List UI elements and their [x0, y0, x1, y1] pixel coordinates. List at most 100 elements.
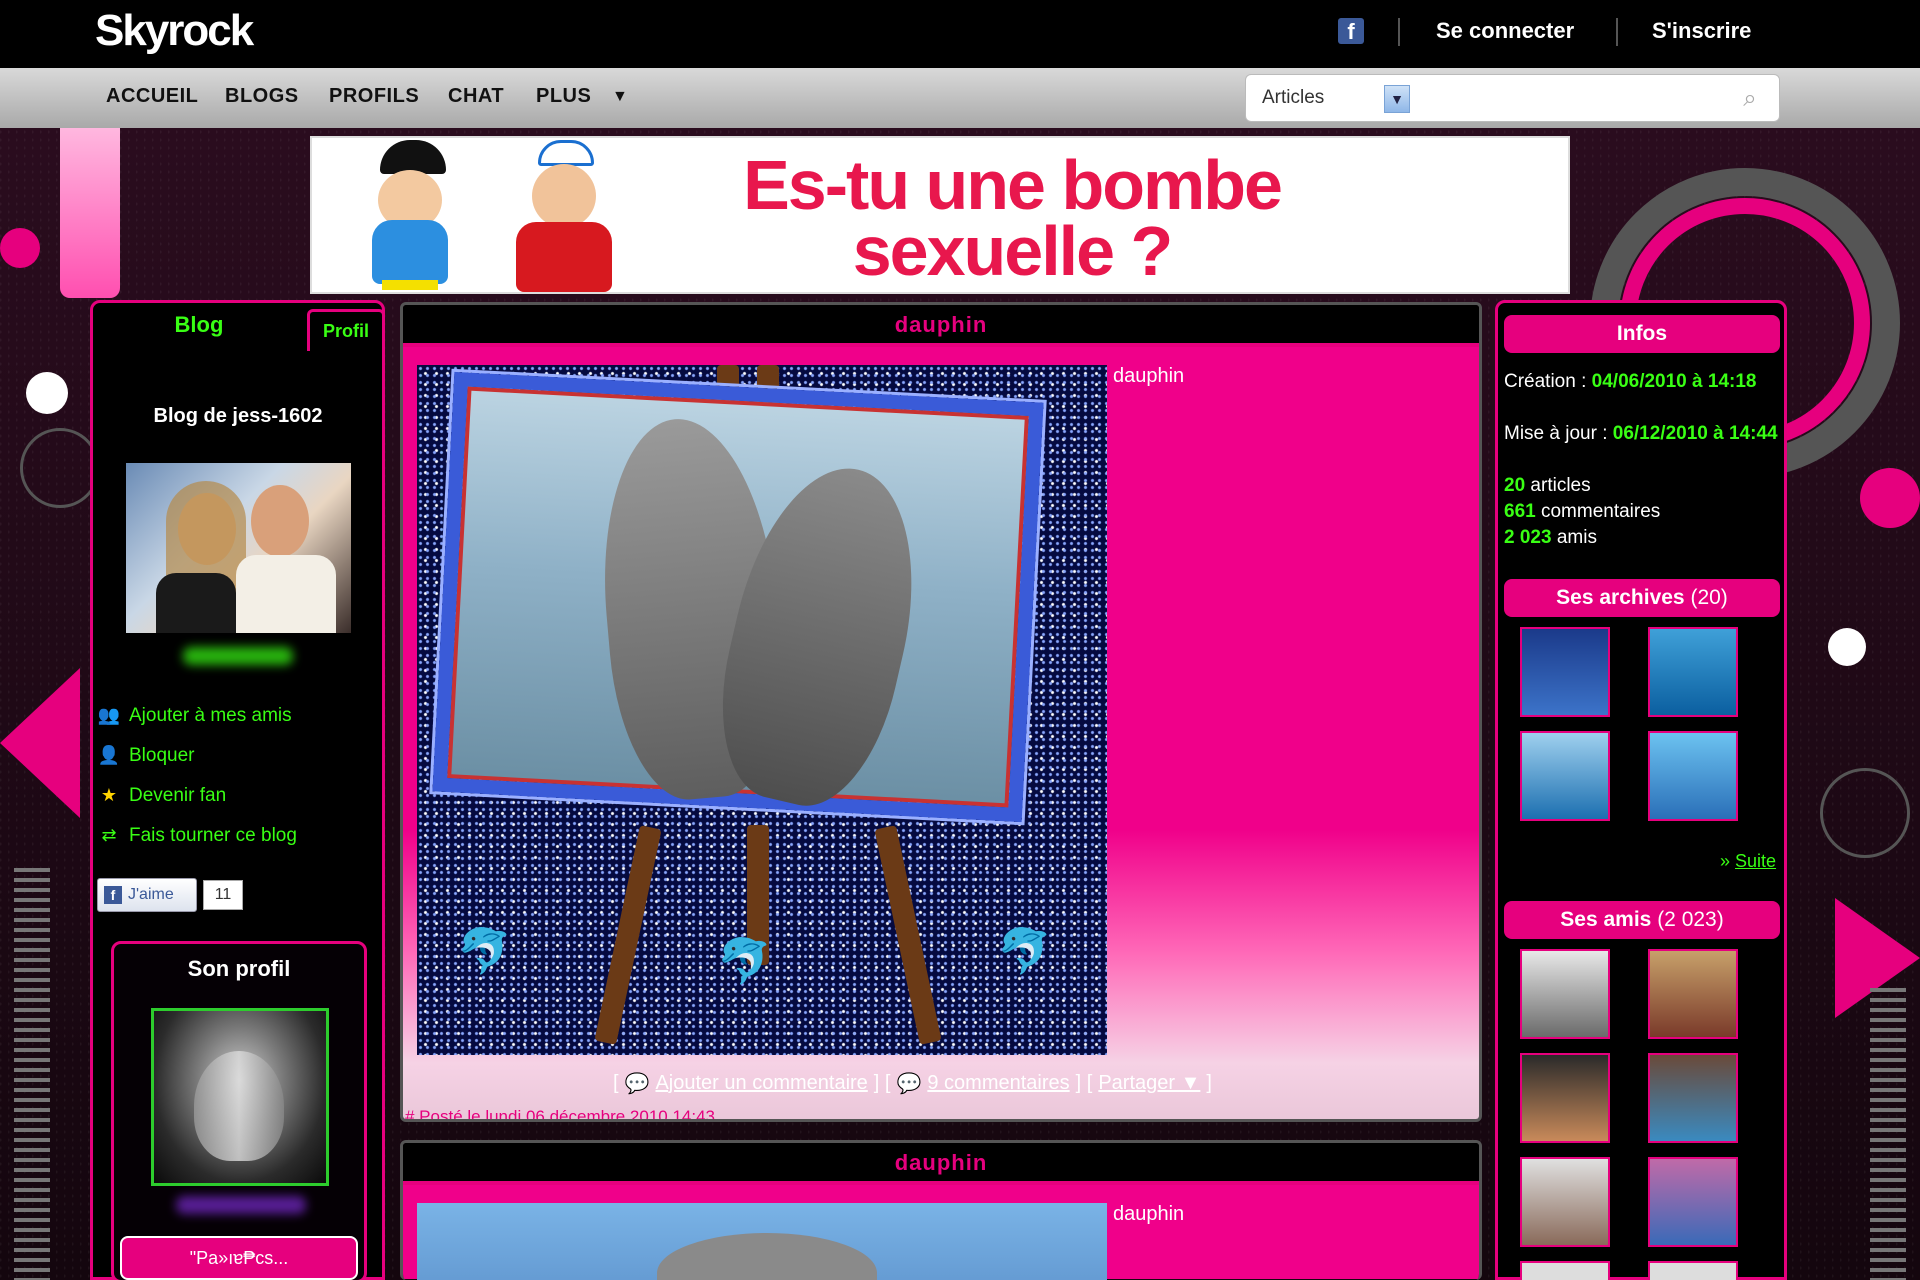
decorative-stripes	[14, 868, 50, 1280]
nav-item-chat[interactable]: CHAT	[448, 85, 504, 108]
signup-link[interactable]: S'inscrire	[1652, 18, 1751, 44]
comment-icon: 💬	[624, 1073, 650, 1095]
block-action[interactable]: 👤 Bloquer	[97, 745, 195, 767]
friend-avatar[interactable]	[1648, 1053, 1738, 1143]
friends-title-count: (2 023)	[1657, 908, 1724, 931]
article-title[interactable]: dauphin	[403, 1143, 1479, 1185]
blog-title: Blog de jess-1602	[153, 405, 323, 427]
nav-item-accueil[interactable]: ACCUEIL	[106, 85, 198, 108]
mood-button[interactable]: "Pa»ıɐ₱cs...	[120, 1236, 358, 1280]
become-fan-label: Devenir fan	[129, 785, 227, 806]
update-label: Mise à jour :	[1504, 423, 1613, 444]
facebook-icon: f	[104, 886, 122, 904]
tab-profil[interactable]: Profil	[307, 309, 385, 351]
share-blog-icon: ⇄	[101, 825, 117, 845]
nav-item-plus[interactable]: PLUS	[536, 85, 591, 108]
banner-headline: Es-tu une bombe sexuelle ?	[712, 150, 1312, 290]
archive-thumbnail[interactable]	[1648, 731, 1738, 821]
search-icon[interactable]: ⌕	[1736, 85, 1764, 113]
decorative-ring	[20, 428, 100, 508]
archives-count: (20)	[1690, 586, 1728, 609]
comments-count-value: 661	[1504, 501, 1536, 522]
blurred-username	[176, 1196, 306, 1214]
decorative-dot	[1860, 468, 1920, 528]
block-user-icon: 👤	[97, 745, 121, 765]
share-blog-action[interactable]: ⇄ Fais tourner ce blog	[97, 825, 297, 847]
comments-link[interactable]: 9 commentaires	[927, 1072, 1069, 1095]
add-friend-action[interactable]: 👥 Ajouter à mes amis	[97, 705, 292, 727]
update-value: 06/12/2010 à 14:44	[1612, 423, 1778, 444]
login-link[interactable]: Se connecter	[1436, 18, 1574, 44]
infos-header: Infos	[1504, 315, 1780, 353]
update-info: Mise à jour : 06/12/2010 à 14:44	[1504, 421, 1778, 447]
facebook-like-button[interactable]: f J'aime	[97, 878, 197, 912]
chevron-down-icon[interactable]: ▼	[612, 88, 628, 106]
posted-date: # Posté le lundi 06 décembre 2010 14:43	[405, 1107, 716, 1122]
tab-blog[interactable]: Blog	[93, 303, 305, 351]
left-sidebar: Blog Profil Blog de jess-1602 👥 Ajouter …	[90, 300, 385, 1280]
banner-line-2: sexuelle ?	[852, 212, 1174, 290]
articles-count: 20 articles	[1504, 473, 1591, 499]
share-blog-label: Fais tourner ce blog	[129, 825, 297, 846]
creation-label: Création :	[1504, 371, 1592, 392]
facebook-icon[interactable]: f	[1338, 18, 1364, 44]
bracket: [	[613, 1072, 619, 1094]
friend-avatar[interactable]	[1520, 1157, 1610, 1247]
skyrock-logo[interactable]: Skyrock	[95, 6, 254, 56]
main-content: dauphin 🐬 🐬 🐬 dauphin [ 💬 Ajouter un com…	[400, 302, 1482, 1280]
article-body: dauphin	[403, 1185, 1479, 1280]
article-image[interactable]	[417, 1203, 1107, 1280]
son-profil-box: Son profil "Pa»ıɐ₱cs...	[111, 941, 367, 1280]
friends-count: 2 023 amis	[1504, 525, 1597, 551]
son-profil-title: Son profil	[187, 956, 291, 981]
decorative-dot	[26, 372, 68, 414]
framed-picture	[432, 371, 1044, 823]
silhouette-figure	[60, 128, 120, 298]
friend-avatar[interactable]	[1648, 949, 1738, 1039]
add-comment-link[interactable]: Ajouter un commentaire	[655, 1072, 867, 1095]
blog-avatar-photo[interactable]	[126, 463, 351, 633]
archive-thumbnail[interactable]	[1648, 627, 1738, 717]
archives-header[interactable]: Ses archives (20)	[1504, 579, 1780, 617]
creation-info: Création : 04/06/2010 à 14:18	[1504, 369, 1756, 395]
star-icon: ★	[100, 785, 118, 805]
creation-value: 04/06/2010 à 14:18	[1591, 371, 1757, 392]
friends-header[interactable]: Ses amis (2 023)	[1504, 901, 1780, 939]
decorative-dot	[0, 228, 40, 268]
top-bar: Skyrock f Se connecter S'inscrire	[0, 0, 1920, 68]
like-label: J'aime	[128, 886, 174, 903]
chevron-down-icon[interactable]: ▼	[1384, 85, 1410, 113]
article-image[interactable]: 🐬 🐬 🐬	[417, 365, 1107, 1055]
archives-more-link[interactable]: » Suite	[1720, 851, 1776, 872]
article-card: dauphin 🐬 🐬 🐬 dauphin [ 💬 Ajouter un com…	[400, 302, 1482, 1122]
comments-count: 661 commentaires	[1504, 499, 1660, 525]
become-fan-action[interactable]: ★ Devenir fan	[97, 785, 226, 807]
right-sidebar: Infos Création : 04/06/2010 à 14:18 Mise…	[1495, 300, 1787, 1280]
nav-item-blogs[interactable]: BLOGS	[225, 85, 299, 108]
article-body: 🐬 🐬 🐬 dauphin [ 💬 Ajouter un commentaire…	[403, 347, 1479, 1122]
search-bar: Articles ▼ ⌕	[1245, 74, 1780, 122]
suite-prefix: »	[1720, 851, 1736, 871]
archive-thumbnail[interactable]	[1520, 731, 1610, 821]
block-label: Bloquer	[129, 745, 195, 766]
friend-avatar[interactable]	[1520, 1053, 1610, 1143]
nav-item-profils[interactable]: PROFILS	[329, 85, 419, 108]
blurred-username	[183, 647, 293, 665]
search-category-select[interactable]: Articles	[1262, 87, 1324, 109]
article-title[interactable]: dauphin	[403, 305, 1479, 347]
ad-banner[interactable]: Es-tu une bombe sexuelle ?	[310, 136, 1570, 294]
friend-avatar[interactable]	[1520, 1261, 1610, 1280]
comments-count-label: commentaires	[1535, 501, 1661, 522]
friend-avatar[interactable]	[1648, 1157, 1738, 1247]
friend-avatar[interactable]	[1648, 1261, 1738, 1280]
articles-count-value: 20	[1504, 475, 1526, 496]
friend-avatar[interactable]	[1520, 949, 1610, 1039]
article-caption: dauphin	[1113, 365, 1185, 387]
search-input[interactable]	[1422, 83, 1722, 115]
profile-photo[interactable]	[151, 1008, 329, 1186]
bracket: ]	[1206, 1072, 1212, 1094]
share-link[interactable]: Partager ▼	[1098, 1072, 1200, 1095]
archive-thumbnail[interactable]	[1520, 627, 1610, 717]
archives-title: Ses archives	[1556, 586, 1685, 609]
add-friend-label: Ajouter à mes amis	[129, 705, 292, 726]
